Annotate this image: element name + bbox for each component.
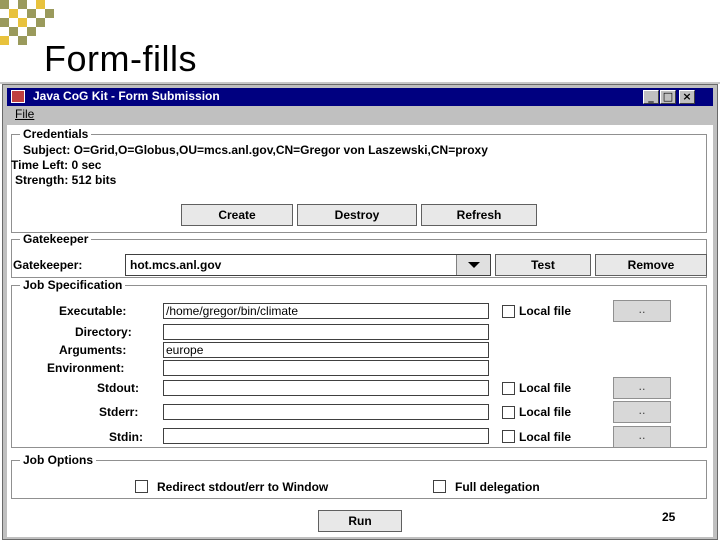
test-button[interactable]: Test xyxy=(495,254,591,276)
form-submission-window: Java CoG Kit - Form Submission _ □ × Fil… xyxy=(2,84,718,540)
java-app-icon xyxy=(11,90,25,103)
minimize-icon[interactable]: _ xyxy=(643,90,659,104)
gatekeeper-select[interactable]: hot.mcs.anl.gov xyxy=(125,254,491,276)
stderr-label: Stderr: xyxy=(99,405,139,419)
stdout-label: Stdout: xyxy=(97,381,139,395)
window-titlebar[interactable]: Java CoG Kit - Form Submission _ □ × xyxy=(7,88,713,106)
stdin-browse-button[interactable]: .. xyxy=(613,426,671,448)
job-options-legend: Job Options xyxy=(23,453,93,467)
full-delegation-label: Full delegation xyxy=(455,480,540,494)
remove-button[interactable]: Remove xyxy=(595,254,707,276)
stderr-local-file-checkbox[interactable] xyxy=(502,406,515,419)
executable-label: Executable: xyxy=(59,304,127,318)
slide-title: Form-fills xyxy=(44,38,197,79)
credential-strength: Strength: 512 bits xyxy=(15,173,117,187)
page-number: 25 xyxy=(662,510,676,524)
menu-bar: File xyxy=(7,107,713,125)
stdout-local-file-label: Local file xyxy=(519,381,572,395)
stderr-field[interactable] xyxy=(163,404,489,420)
directory-label: Directory: xyxy=(75,325,132,339)
maximize-icon[interactable]: □ xyxy=(660,90,676,104)
environment-field[interactable] xyxy=(163,360,489,376)
destroy-button[interactable]: Destroy xyxy=(297,204,417,226)
stdout-local-file-checkbox[interactable] xyxy=(502,382,515,395)
menu-file[interactable]: File xyxy=(15,107,34,121)
executable-field[interactable]: /home/gregor/bin/climate xyxy=(163,303,489,319)
stdin-label: Stdin: xyxy=(109,430,143,444)
directory-field[interactable] xyxy=(163,324,489,340)
job-options-group: Job Options xyxy=(11,453,707,499)
stdin-local-file-checkbox[interactable] xyxy=(502,430,515,443)
gatekeeper-value: hot.mcs.anl.gov xyxy=(130,258,222,272)
window-title: Java CoG Kit - Form Submission xyxy=(33,89,220,103)
form-content: Credentials Subject: O=Grid,O=Globus,OU=… xyxy=(7,125,713,537)
executable-local-file-label: Local file xyxy=(519,304,572,318)
environment-label: Environment: xyxy=(47,361,125,375)
gatekeeper-label: Gatekeeper: xyxy=(13,258,83,272)
redirect-label: Redirect stdout/err to Window xyxy=(157,480,329,494)
stderr-browse-button[interactable]: .. xyxy=(613,401,671,423)
stdin-local-file-label: Local file xyxy=(519,430,572,444)
job-specification-legend: Job Specification xyxy=(23,278,123,292)
chevron-down-icon[interactable] xyxy=(456,255,490,275)
refresh-button[interactable]: Refresh xyxy=(421,204,537,226)
create-button[interactable]: Create xyxy=(181,204,293,226)
gatekeeper-legend: Gatekeeper xyxy=(23,232,89,246)
executable-local-file-checkbox[interactable] xyxy=(502,305,515,318)
close-icon[interactable]: × xyxy=(679,90,695,104)
credentials-legend: Credentials xyxy=(23,127,89,141)
stdout-field[interactable] xyxy=(163,380,489,396)
arguments-label: Arguments: xyxy=(59,343,127,357)
redirect-checkbox[interactable] xyxy=(135,480,148,493)
stdin-field[interactable] xyxy=(163,428,489,444)
credential-time-left: Time Left: 0 sec xyxy=(11,158,102,172)
executable-browse-button[interactable]: .. xyxy=(613,300,671,322)
stdout-browse-button[interactable]: .. xyxy=(613,377,671,399)
stderr-local-file-label: Local file xyxy=(519,405,572,419)
credential-subject: Subject: O=Grid,O=Globus,OU=mcs.anl.gov,… xyxy=(23,143,488,157)
run-button[interactable]: Run xyxy=(318,510,402,532)
arguments-field[interactable]: europe xyxy=(163,342,489,358)
full-delegation-checkbox[interactable] xyxy=(433,480,446,493)
